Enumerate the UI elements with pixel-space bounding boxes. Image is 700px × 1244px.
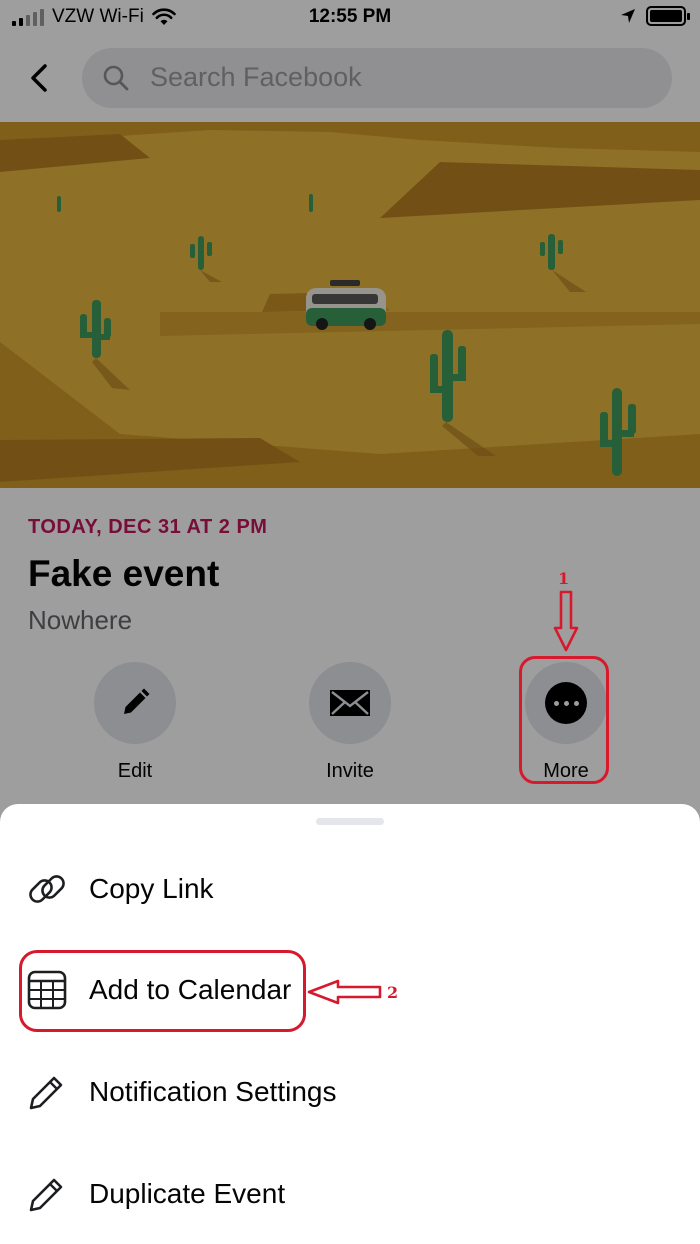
menu-item-duplicate-event[interactable]: Duplicate Event — [0, 1149, 700, 1239]
menu-item-notification-settings[interactable]: Notification Settings — [0, 1047, 700, 1137]
notification-settings-label: Notification Settings — [89, 1076, 337, 1107]
annotation-highlight-add-to-calendar — [19, 950, 306, 1032]
duplicate-event-label: Duplicate Event — [89, 1178, 286, 1209]
pencil-outline-icon — [26, 1173, 68, 1215]
sheet-drag-handle[interactable] — [316, 818, 384, 825]
annotation-arrow-left-icon — [307, 979, 382, 1005]
annotation-step-1: 1 — [558, 569, 570, 588]
copy-link-label: Copy Link — [89, 873, 214, 904]
link-icon — [26, 868, 68, 910]
menu-item-copy-link[interactable]: Copy Link — [0, 844, 700, 934]
pencil-outline-icon — [26, 1071, 68, 1113]
annotation-arrow-down-icon — [553, 590, 579, 652]
annotation-step-2: 2 — [387, 983, 399, 1002]
annotation-highlight-more — [519, 656, 609, 784]
